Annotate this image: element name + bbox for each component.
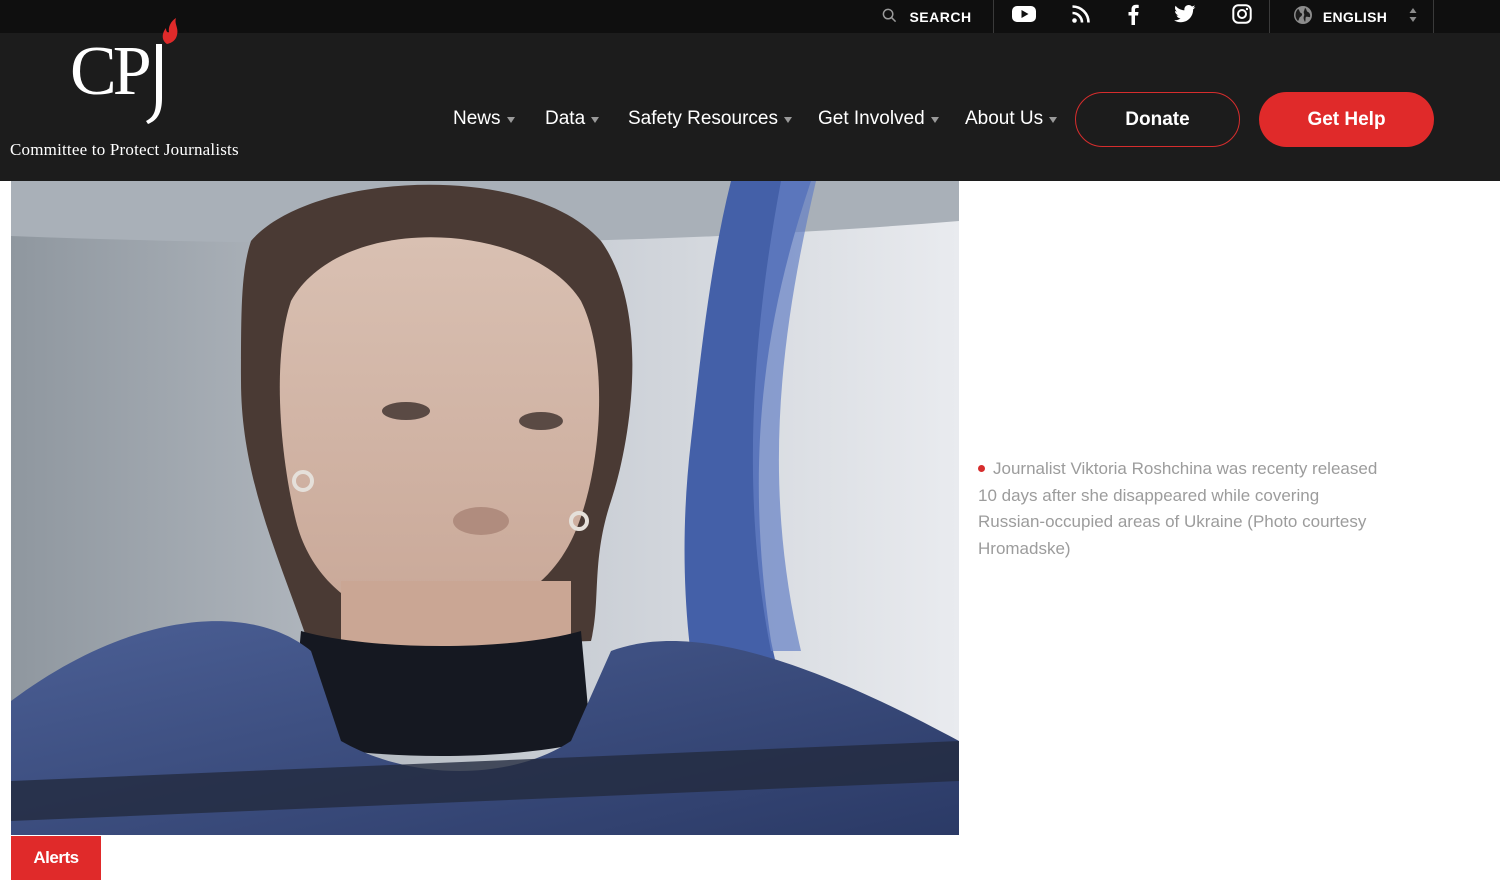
search-icon	[882, 8, 897, 26]
nav-item-get-involved[interactable]: Get Involved	[818, 104, 939, 134]
youtube-icon	[1012, 5, 1036, 28]
photo-caption: Journalist Viktoria Roshchina was recent…	[978, 456, 1388, 562]
chevron-down-icon	[1049, 117, 1058, 123]
youtube-link[interactable]	[1004, 0, 1044, 33]
chevron-down-icon	[930, 117, 939, 123]
get-help-button[interactable]: Get Help	[1259, 92, 1434, 147]
caption-text: Journalist Viktoria Roshchina was recent…	[978, 459, 1378, 558]
twitter-link[interactable]	[1165, 0, 1205, 33]
facebook-icon	[1127, 3, 1139, 30]
search-button[interactable]: SEARCH	[872, 0, 982, 33]
language-selector[interactable]: ENGLISH	[1285, 0, 1425, 33]
chevron-down-icon	[783, 117, 792, 123]
logo-tagline: Committee to Protect Journalists	[10, 140, 239, 159]
divider	[993, 0, 994, 33]
rss-icon	[1071, 4, 1091, 29]
chevron-down-icon	[591, 117, 600, 123]
divider	[1269, 0, 1270, 33]
flame-icon	[158, 16, 180, 49]
nav-item-label: About Us	[965, 108, 1044, 129]
nav-item-about-us[interactable]: About Us	[965, 104, 1058, 134]
nav-item-safety-resources[interactable]: Safety Resources	[628, 104, 792, 134]
rss-link[interactable]	[1061, 0, 1101, 33]
chevron-down-icon	[506, 117, 515, 123]
nav-item-label: Data	[545, 108, 586, 129]
svg-text:CP: CP	[70, 33, 150, 110]
sort-arrows-icon	[1409, 7, 1417, 26]
nav-item-label: News	[453, 108, 501, 129]
donate-button[interactable]: Donate	[1075, 92, 1240, 147]
bullet-dot	[978, 465, 985, 473]
hero-photo	[11, 181, 959, 835]
globe-icon	[1293, 5, 1313, 28]
instagram-icon	[1232, 4, 1252, 29]
nav-item-news[interactable]: News	[453, 104, 515, 134]
facebook-link[interactable]	[1113, 0, 1153, 33]
search-label: SEARCH	[909, 8, 972, 25]
site-header: SEARCH ENGLISH CP Committee to Protect J…	[0, 0, 1500, 181]
cpj-logo[interactable]: CP Committee to Protect Journalists	[8, 14, 268, 164]
nav-item-data[interactable]: Data	[545, 104, 600, 134]
language-label: ENGLISH	[1322, 8, 1388, 25]
nav-item-label: Get Involved	[818, 108, 925, 129]
twitter-icon	[1174, 5, 1196, 28]
instagram-link[interactable]	[1222, 0, 1262, 33]
alerts-category-tag[interactable]: Alerts	[11, 836, 101, 880]
divider	[1433, 0, 1434, 33]
nav-item-label: Safety Resources	[628, 108, 778, 129]
